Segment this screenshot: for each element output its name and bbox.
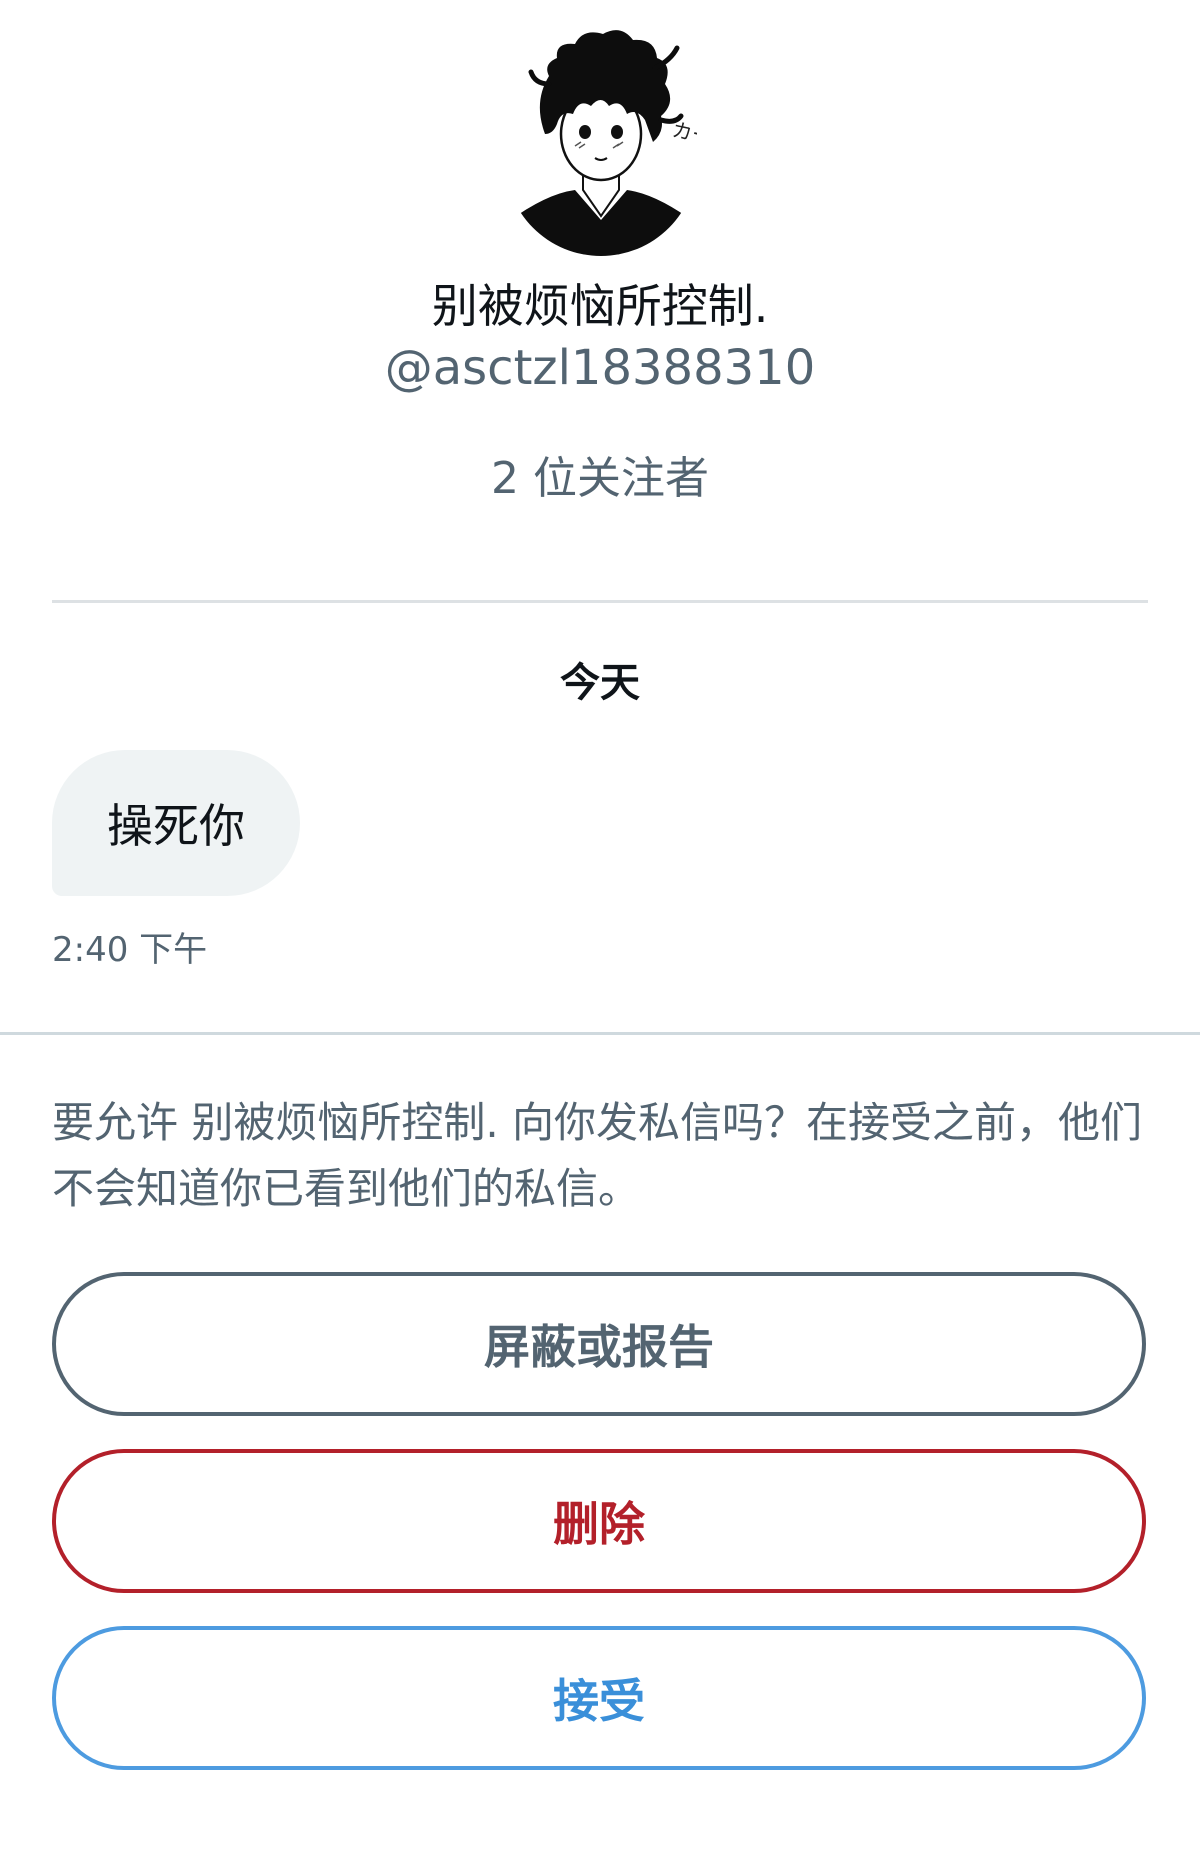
accept-label: 接受 bbox=[553, 1674, 645, 1728]
divider bbox=[0, 1032, 1200, 1035]
message-request-prompt: 要允许 别被烦恼所控制. 向你发私信吗？在接受之前，他们不会知道你已看到他们的私… bbox=[52, 1098, 1143, 1213]
follower-count[interactable]: 2 位关注者 bbox=[0, 442, 1200, 506]
avatar[interactable]: カーッ bbox=[505, 24, 697, 256]
block-or-report-label: 屏蔽或报告 bbox=[484, 1320, 714, 1374]
block-or-report-button[interactable]: 屏蔽或报告 bbox=[52, 1272, 1146, 1416]
delete-button[interactable]: 删除 bbox=[52, 1449, 1146, 1593]
message-timestamp: 2:40 下午 bbox=[52, 930, 208, 970]
user-handle[interactable]: @asctzl18388310 bbox=[0, 340, 1200, 396]
display-name[interactable]: 别被烦恼所控制. bbox=[0, 270, 1200, 336]
date-separator: 今天 bbox=[560, 660, 640, 706]
message-bubble[interactable]: 操死你 bbox=[52, 750, 300, 896]
accept-button[interactable]: 接受 bbox=[52, 1626, 1146, 1770]
message-text: 操死你 bbox=[107, 799, 245, 853]
divider bbox=[52, 600, 1148, 603]
delete-label: 删除 bbox=[553, 1497, 645, 1551]
